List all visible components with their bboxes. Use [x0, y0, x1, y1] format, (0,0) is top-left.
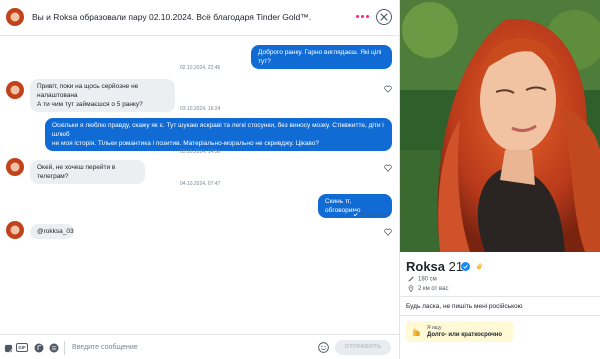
avatar[interactable]	[6, 221, 24, 239]
message-bubble-incoming: Привіт, поки на щось серйозне не налашто…	[30, 79, 175, 112]
like-heart-icon[interactable]	[384, 164, 392, 172]
location-pin-icon	[408, 285, 414, 293]
message-bubble-outgoing: Оскільки я люблю правду, скажу як є. Тут…	[45, 118, 392, 151]
like-heart-icon[interactable]	[384, 228, 392, 236]
chat-panel: Вы и Roksa образовали пару 02.10.2024. В…	[0, 0, 400, 359]
close-icon	[380, 13, 388, 21]
match-info-text: Вы и Roksa образовали пару 02.10.2024. В…	[32, 12, 312, 22]
send-button[interactable]: ОТПРАВИТЬ	[335, 340, 391, 355]
avatar[interactable]	[6, 8, 24, 26]
message-bubble-incoming: Окей, не хочеш перейти в телеграм?	[30, 160, 145, 184]
profile-distance: 2 км от вас	[408, 285, 449, 293]
wave-hand-icon	[476, 263, 483, 270]
profile-bio: Будь ласка, не пишіть мені російською	[406, 303, 523, 310]
close-button[interactable]	[376, 9, 392, 25]
profile-photo[interactable]	[400, 0, 600, 252]
avatar[interactable]	[6, 81, 24, 99]
message-composer: GIF Введите сообщение ОТПРАВИТЬ	[0, 334, 400, 359]
profile-height: 180 см	[408, 276, 437, 283]
like-heart-icon[interactable]	[384, 85, 392, 93]
spotify-icon[interactable]	[49, 343, 59, 353]
profile-name: Roksa 21	[406, 259, 464, 274]
message-bubble-incoming: @rokksa_03	[30, 224, 74, 239]
chat-header: Вы и Roksa образовали пару 02.10.2024. В…	[0, 0, 400, 36]
message-timestamp: 02.10.2024, 22:46	[180, 65, 221, 71]
music-icon[interactable]	[34, 343, 44, 353]
profile-photo-image	[400, 0, 600, 252]
looking-for-badge: Я ищу Долго- или краткосрочно	[406, 321, 513, 342]
divider	[400, 296, 600, 297]
sent-check-icon	[352, 211, 359, 218]
sticker-icon[interactable]	[4, 344, 13, 353]
message-bubble-outgoing: Доброго ранку. Гарно виглядаєш. Які цілі…	[251, 45, 392, 69]
message-timestamp: 03.10.2024, 14:56	[180, 149, 221, 155]
emoji-icon[interactable]	[318, 342, 329, 353]
verified-badge-icon	[461, 262, 470, 271]
ruler-icon	[408, 276, 414, 282]
message-timestamp: 04.10.2024, 07:47	[180, 181, 221, 187]
gif-icon[interactable]: GIF	[16, 343, 28, 352]
message-input[interactable]: Введите сообщение	[72, 344, 138, 351]
more-dots-icon[interactable]	[356, 15, 369, 19]
divider	[400, 315, 600, 316]
profile-panel: Roksa 21 180 см 2 км от вас Будь ласка, …	[400, 0, 600, 359]
avatar[interactable]	[6, 158, 24, 176]
divider	[64, 341, 65, 355]
message-status: Отправлено	[352, 211, 390, 218]
message-timestamp: 03.10.2024, 16:24	[180, 106, 221, 112]
looking-for-icon	[413, 328, 420, 336]
